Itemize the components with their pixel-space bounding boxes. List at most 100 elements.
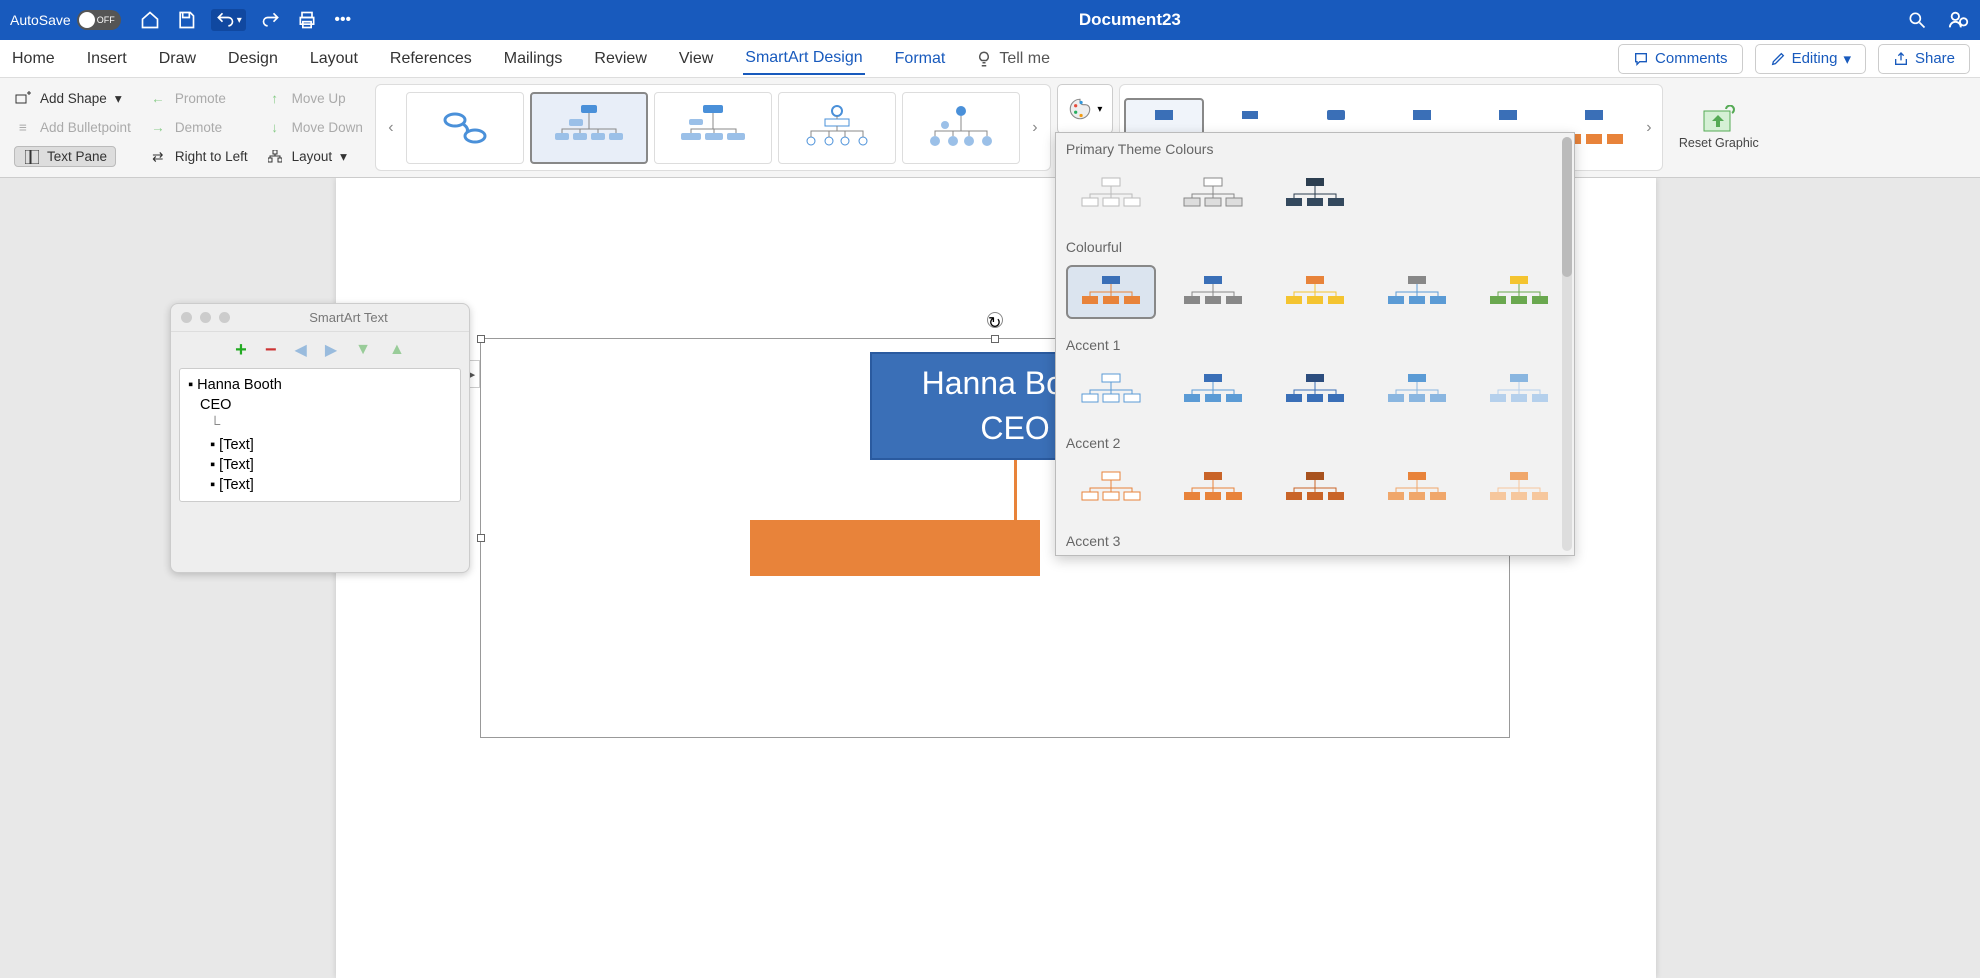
- textpane-title: SmartArt Text: [238, 310, 459, 325]
- undo-icon[interactable]: ▾: [211, 9, 246, 31]
- tab-draw[interactable]: Draw: [157, 44, 198, 74]
- pencil-icon: [1770, 51, 1786, 67]
- move-down-arrow-icon[interactable]: ▼: [355, 341, 371, 359]
- tp-item-0[interactable]: ▪ Hanna Booth: [188, 375, 452, 395]
- layout-thumb-5[interactable]: [902, 92, 1020, 164]
- demote-arrow-icon[interactable]: ▶: [325, 340, 337, 360]
- dropdown-scrollbar[interactable]: [1562, 137, 1572, 551]
- save-icon[interactable]: [175, 9, 197, 31]
- ribbon-right-actions: Comments Editing ▾ Share: [1618, 44, 1970, 74]
- add-item-icon[interactable]: +: [235, 339, 247, 362]
- toggle-switch[interactable]: OFF: [77, 10, 121, 30]
- move-up-arrow-icon[interactable]: ▲: [389, 341, 405, 359]
- comments-button[interactable]: Comments: [1618, 44, 1743, 74]
- accent2-row: [1056, 457, 1574, 525]
- text-pane-button[interactable]: Text Pane: [14, 144, 131, 169]
- autosave-toggle[interactable]: AutoSave OFF: [10, 10, 121, 30]
- document-title: Document23: [354, 10, 1906, 30]
- tab-smartart-design[interactable]: SmartArt Design: [743, 43, 864, 75]
- color-swatch-colourful-5[interactable]: [1474, 265, 1564, 319]
- tp-item-1[interactable]: CEO: [188, 395, 452, 415]
- print-icon[interactable]: [296, 9, 318, 31]
- window-close-dot[interactable]: [181, 312, 192, 323]
- tab-insert[interactable]: Insert: [85, 44, 129, 74]
- more-icon[interactable]: •••: [332, 9, 354, 31]
- resize-handle-tm[interactable]: [991, 335, 999, 343]
- add-shape-button[interactable]: Add Shape ▾: [14, 86, 131, 111]
- color-swatch-accent1-2[interactable]: [1168, 363, 1258, 417]
- resize-handle-ml[interactable]: [477, 534, 485, 542]
- tp-text-2: [Text]: [219, 437, 254, 453]
- remove-item-icon[interactable]: −: [265, 339, 277, 362]
- color-swatch-colourful-4[interactable]: [1372, 265, 1462, 319]
- layout-thumb-3[interactable]: [654, 92, 772, 164]
- window-min-dot[interactable]: [200, 312, 211, 323]
- color-swatch-accent2-4[interactable]: [1372, 461, 1462, 515]
- tp-item-2[interactable]: ▪ [Text]: [188, 435, 452, 455]
- color-swatch-dark[interactable]: [1270, 167, 1360, 221]
- tp-item-3[interactable]: ▪ [Text]: [188, 455, 452, 475]
- tp-item-4[interactable]: ▪ [Text]: [188, 475, 452, 495]
- color-swatch-colourful-1[interactable]: [1066, 265, 1156, 319]
- color-swatch-outline-light[interactable]: [1066, 167, 1156, 221]
- color-swatch-accent2-5[interactable]: [1474, 461, 1564, 515]
- color-swatch-accent2-2[interactable]: [1168, 461, 1258, 515]
- color-swatch-colourful-2[interactable]: [1168, 265, 1258, 319]
- textpane-header[interactable]: SmartArt Text: [171, 304, 469, 332]
- tab-review[interactable]: Review: [592, 44, 648, 74]
- account-icon[interactable]: [1948, 9, 1970, 31]
- home-icon[interactable]: [139, 9, 161, 31]
- color-swatch-accent2-3[interactable]: [1270, 461, 1360, 515]
- tab-mailings[interactable]: Mailings: [502, 44, 565, 74]
- styles-next[interactable]: ›: [1640, 119, 1658, 137]
- add-shape-icon: [14, 91, 32, 107]
- rotate-handle[interactable]: ↻: [987, 312, 1003, 328]
- toggle-state: OFF: [97, 15, 115, 25]
- arrow-up-icon: ↑: [266, 91, 284, 106]
- tab-references[interactable]: References: [388, 44, 474, 74]
- autosave-label: AutoSave: [10, 12, 71, 28]
- gallery-prev[interactable]: ‹: [382, 119, 400, 137]
- tab-design[interactable]: Design: [226, 44, 280, 74]
- reset-graphic-button[interactable]: Reset Graphic: [1669, 84, 1769, 171]
- layout-thumb-1[interactable]: [406, 92, 524, 164]
- color-swatch-accent1-4[interactable]: [1372, 363, 1462, 417]
- ribbon-tabs: Home Insert Draw Design Layout Reference…: [0, 40, 1980, 78]
- layout-menu-button[interactable]: Layout ▾: [266, 144, 363, 169]
- gallery-next[interactable]: ›: [1026, 119, 1044, 137]
- create-graphic-group: Add Shape ▾ ≡ Add Bulletpoint Text Pane: [8, 84, 137, 171]
- promote-button: ← Promote: [149, 86, 248, 111]
- window-max-dot[interactable]: [219, 312, 230, 323]
- layout-thumb-4[interactable]: [778, 92, 896, 164]
- search-icon[interactable]: [1906, 9, 1928, 31]
- move-group: ↑ Move Up ↓ Move Down Layout ▾: [260, 84, 369, 171]
- color-swatch-accent1-5[interactable]: [1474, 363, 1564, 417]
- change-colors-button[interactable]: ▾: [1057, 84, 1113, 134]
- tab-layout[interactable]: Layout: [308, 44, 360, 74]
- tab-format[interactable]: Format: [893, 44, 948, 74]
- layout-thumb-2[interactable]: [530, 92, 648, 164]
- resize-handle-tl[interactable]: [477, 335, 485, 343]
- color-swatch-outline-grey[interactable]: [1168, 167, 1258, 221]
- textpane-toolbar: + − ◀ ▶ ▼ ▲: [171, 332, 469, 368]
- redo-icon[interactable]: [260, 9, 282, 31]
- move-up-label: Move Up: [292, 91, 346, 106]
- textpane-content[interactable]: ▪ Hanna Booth CEO └ ▪ [Text] ▪ [Text] ▪ …: [179, 368, 461, 502]
- right-to-left-button[interactable]: ⇄ Right to Left: [149, 144, 248, 169]
- org-node-child[interactable]: [750, 520, 1040, 576]
- editing-button[interactable]: Editing ▾: [1755, 44, 1866, 74]
- color-swatch-accent1-1[interactable]: [1066, 363, 1156, 417]
- promote-arrow-icon[interactable]: ◀: [295, 340, 307, 360]
- scrollbar-thumb[interactable]: [1562, 137, 1572, 277]
- color-swatch-accent1-3[interactable]: [1270, 363, 1360, 417]
- color-swatch-accent2-1[interactable]: [1066, 461, 1156, 515]
- demote-label: Demote: [175, 120, 222, 135]
- color-swatch-colourful-3[interactable]: [1270, 265, 1360, 319]
- section-accent3: Accent 3: [1056, 525, 1574, 555]
- share-button[interactable]: Share: [1878, 44, 1970, 74]
- swap-icon: ⇄: [149, 149, 167, 165]
- tab-view[interactable]: View: [677, 44, 715, 74]
- smartart-text-pane[interactable]: SmartArt Text + − ◀ ▶ ▼ ▲ ▪ Hanna Booth …: [170, 303, 470, 573]
- tell-me[interactable]: Tell me: [975, 50, 1050, 68]
- tab-home[interactable]: Home: [10, 44, 57, 74]
